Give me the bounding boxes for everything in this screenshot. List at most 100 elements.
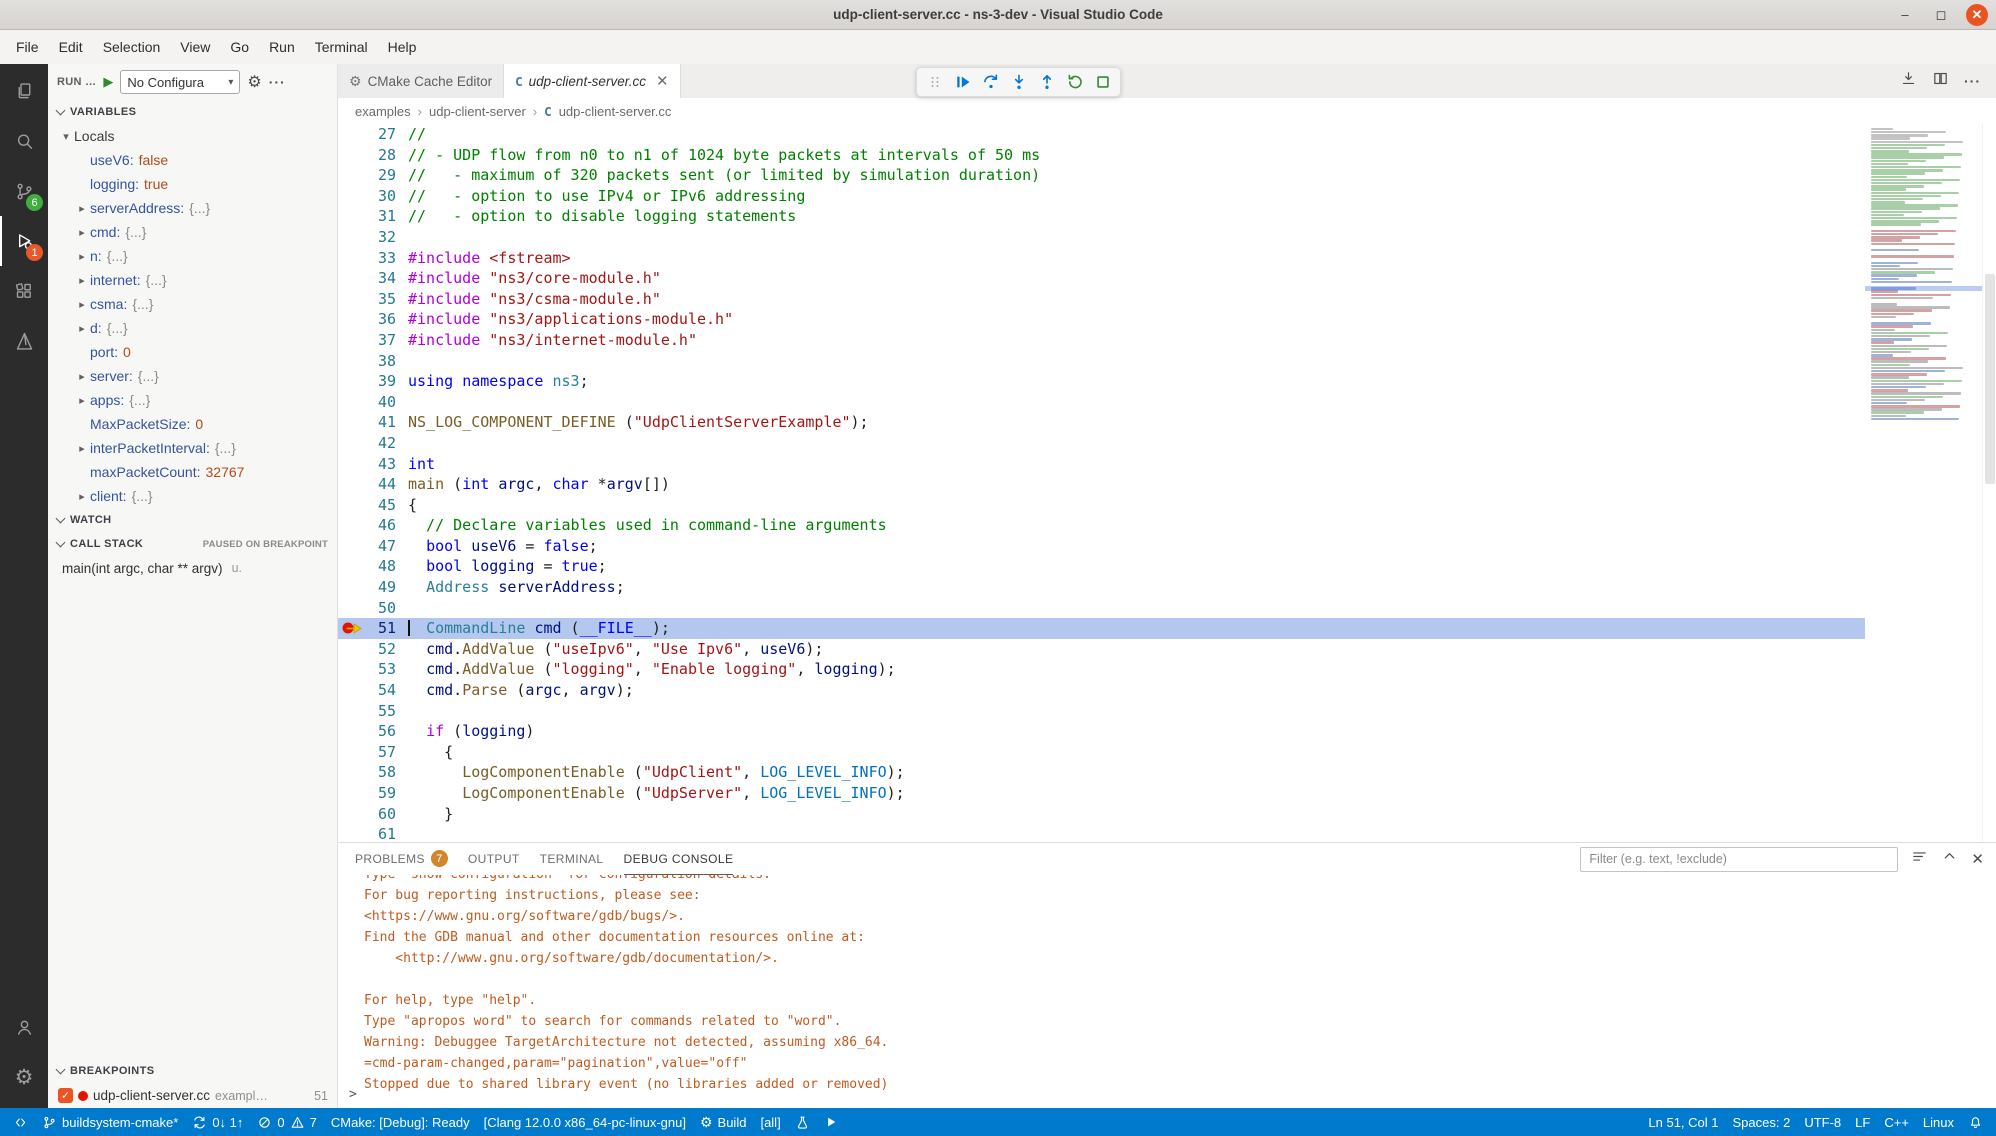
code-line-46[interactable]: 46 // Declare variables used in command-… bbox=[338, 515, 1865, 536]
status-cmake-kit[interactable]: [Clang 12.0.0 x86_64-pc-linux-gnu] bbox=[477, 1108, 693, 1136]
maximize-button[interactable]: ◻ bbox=[1930, 4, 1952, 26]
breakpoint-gutter[interactable] bbox=[338, 474, 364, 495]
console-prompt[interactable]: > bbox=[349, 1084, 357, 1105]
breakpoint-gutter[interactable] bbox=[338, 289, 364, 310]
breakpoint-gutter[interactable] bbox=[338, 371, 364, 392]
code-line-35[interactable]: 35#include "ns3/csma-module.h" bbox=[338, 289, 1865, 310]
step-out-button[interactable] bbox=[1034, 70, 1059, 95]
breakpoint-gutter[interactable] bbox=[338, 598, 364, 619]
code-line-59[interactable]: 59 LogComponentEnable ("UdpServer", LOG_… bbox=[338, 783, 1865, 804]
chevron-right-icon[interactable]: ▸ bbox=[74, 322, 90, 335]
activity-run-debug-icon[interactable]: 1 bbox=[0, 216, 48, 266]
call-stack-frame[interactable]: main(int argc, char ** argv)u. bbox=[48, 556, 337, 580]
stop-button[interactable] bbox=[1090, 70, 1115, 95]
code-line-42[interactable]: 42 bbox=[338, 433, 1865, 454]
activity-settings-icon[interactable]: ⚙ bbox=[0, 1052, 48, 1102]
status-cmake-status[interactable]: CMake: [Debug]: Ready bbox=[324, 1108, 477, 1136]
variable-row[interactable]: ▸interPacketInterval:{...} bbox=[48, 436, 337, 460]
status-git-branch[interactable]: buildsystem-cmake* bbox=[35, 1108, 185, 1136]
code-line-27[interactable]: 27// bbox=[338, 124, 1865, 145]
breakpoint-gutter[interactable] bbox=[338, 639, 364, 660]
breakpoint-gutter[interactable] bbox=[338, 330, 364, 351]
menu-selection[interactable]: Selection bbox=[93, 35, 171, 59]
watch-section-header[interactable]: WATCH bbox=[48, 508, 337, 532]
status-remote-indicator[interactable] bbox=[6, 1108, 35, 1136]
variable-row[interactable]: ▸server:{...} bbox=[48, 364, 337, 388]
code-line-51[interactable]: 51 CommandLine cmd (__FILE__); bbox=[338, 618, 1865, 639]
variable-row[interactable]: logging:true bbox=[48, 172, 337, 196]
breadcrumb-item[interactable]: examples bbox=[355, 104, 411, 119]
code-line-58[interactable]: 58 LogComponentEnable ("UdpClient", LOG_… bbox=[338, 762, 1865, 783]
tab-udp-client-server[interactable]: C udp-client-server.cc ✕ bbox=[504, 64, 680, 98]
breakpoint-gutter[interactable] bbox=[338, 248, 364, 269]
status-encoding[interactable]: UTF-8 bbox=[1797, 1108, 1848, 1136]
code-line-49[interactable]: 49 Address serverAddress; bbox=[338, 577, 1865, 598]
code-line-30[interactable]: 30// - option to use IPv4 or IPv6 addres… bbox=[338, 186, 1865, 207]
variable-row[interactable]: ▸cmd:{...} bbox=[48, 220, 337, 244]
breakpoint-gutter[interactable] bbox=[338, 412, 364, 433]
variable-row[interactable]: maxPacketCount:32767 bbox=[48, 460, 337, 484]
chevron-right-icon[interactable]: ▸ bbox=[74, 298, 90, 311]
continue-button[interactable] bbox=[950, 70, 975, 95]
variable-row[interactable]: useV6:false bbox=[48, 148, 337, 172]
breakpoint-gutter[interactable] bbox=[338, 495, 364, 516]
status-notifications[interactable] bbox=[1961, 1108, 1990, 1136]
breakpoint-gutter[interactable] bbox=[338, 309, 364, 330]
breakpoint-gutter[interactable] bbox=[338, 124, 364, 145]
chevron-right-icon[interactable]: ▸ bbox=[74, 442, 90, 455]
variable-row[interactable]: ▸n:{...} bbox=[48, 244, 337, 268]
breakpoints-section-header[interactable]: BREAKPOINTS bbox=[48, 1059, 337, 1083]
debug-settings-gear-icon[interactable]: ⚙ bbox=[247, 72, 261, 92]
menu-view[interactable]: View bbox=[170, 35, 220, 59]
code-line-31[interactable]: 31// - option to disable logging stateme… bbox=[338, 206, 1865, 227]
breakpoint-gutter[interactable] bbox=[338, 268, 364, 289]
breakpoint-gutter[interactable] bbox=[338, 680, 364, 701]
minimize-button[interactable]: – bbox=[1894, 4, 1916, 26]
activity-source-control-icon[interactable]: 6 bbox=[0, 166, 48, 216]
chevron-right-icon[interactable]: ▸ bbox=[74, 394, 90, 407]
breakpoint-gutter[interactable] bbox=[338, 206, 364, 227]
activity-search-icon[interactable] bbox=[0, 116, 48, 166]
variable-row[interactable]: ▸serverAddress:{...} bbox=[48, 196, 337, 220]
variable-row[interactable]: ▸client:{...} bbox=[48, 484, 337, 508]
status-git-sync[interactable]: 0↓ 1↑ bbox=[185, 1108, 250, 1136]
code-line-61[interactable]: 61 bbox=[338, 824, 1865, 842]
breakpoint-gutter[interactable] bbox=[338, 392, 364, 413]
code-line-50[interactable]: 50 bbox=[338, 598, 1865, 619]
code-editor[interactable]: 27//28// - UDP flow from n0 to n1 of 102… bbox=[338, 124, 1996, 842]
code-line-33[interactable]: 33#include <fstream> bbox=[338, 248, 1865, 269]
variable-row[interactable]: ▸d:{...} bbox=[48, 316, 337, 340]
close-button[interactable]: ✕ bbox=[1966, 4, 1988, 26]
minimap[interactable] bbox=[1865, 124, 1982, 842]
breakpoint-gutter[interactable] bbox=[338, 165, 364, 186]
call-stack-section-header[interactable]: CALL STACK PAUSED ON BREAKPOINT bbox=[48, 532, 337, 556]
menu-go[interactable]: Go bbox=[220, 35, 259, 59]
status-os[interactable]: Linux bbox=[1916, 1108, 1961, 1136]
code-line-55[interactable]: 55 bbox=[338, 701, 1865, 722]
status-cursor-position[interactable]: Ln 51, Col 1 bbox=[1641, 1108, 1725, 1136]
menu-edit[interactable]: Edit bbox=[49, 35, 93, 59]
code-line-60[interactable]: 60 } bbox=[338, 804, 1865, 825]
status-cmake-build-target[interactable]: [all] bbox=[753, 1108, 787, 1136]
variable-row[interactable]: ▸csma:{...} bbox=[48, 292, 337, 316]
status-cmake-build[interactable]: ⚙Build bbox=[693, 1108, 753, 1136]
code-line-48[interactable]: 48 bool logging = true; bbox=[338, 556, 1865, 577]
debug-config-dropdown[interactable]: No Configura ▾ bbox=[120, 70, 240, 94]
chevron-right-icon[interactable]: ▸ bbox=[74, 202, 90, 215]
breakpoint-checkbox[interactable]: ✓ bbox=[58, 1088, 73, 1103]
status-eol[interactable]: LF bbox=[1848, 1108, 1877, 1136]
restart-button[interactable] bbox=[1062, 70, 1087, 95]
breadcrumb-item[interactable]: udp-client-server bbox=[429, 104, 526, 119]
tab-terminal[interactable]: TERMINAL bbox=[540, 843, 604, 875]
close-panel-icon[interactable]: ✕ bbox=[1971, 850, 1984, 868]
start-debugging-icon[interactable]: ▶ bbox=[103, 74, 113, 90]
code-line-29[interactable]: 29// - maximum of 320 packets sent (or l… bbox=[338, 165, 1865, 186]
code-line-57[interactable]: 57 { bbox=[338, 742, 1865, 763]
code-line-38[interactable]: 38 bbox=[338, 351, 1865, 372]
menu-run[interactable]: Run bbox=[259, 35, 305, 59]
tab-cmake-cache-editor[interactable]: ⚙ CMake Cache Editor bbox=[338, 64, 504, 98]
console-filter-input[interactable] bbox=[1580, 847, 1898, 872]
code-lines[interactable]: 27//28// - UDP flow from n0 to n1 of 102… bbox=[338, 124, 1865, 842]
maximize-panel-icon[interactable] bbox=[1941, 848, 1958, 870]
breakpoint-gutter[interactable] bbox=[338, 433, 364, 454]
